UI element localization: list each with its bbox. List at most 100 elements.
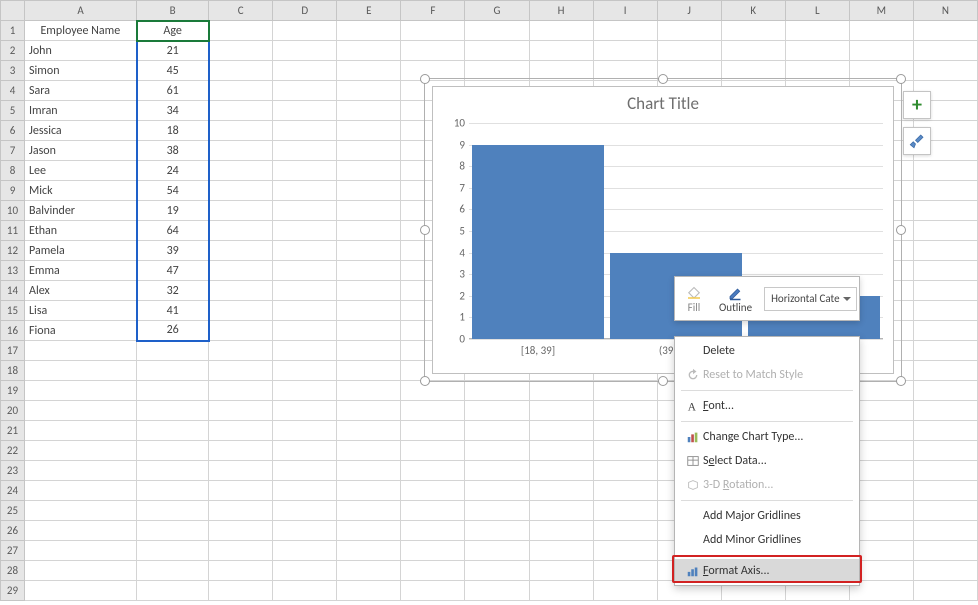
cell[interactable] [593, 381, 657, 401]
cell[interactable] [25, 521, 137, 541]
cell[interactable] [913, 501, 977, 521]
cell[interactable] [25, 381, 137, 401]
cell[interactable] [25, 461, 137, 481]
cell[interactable] [137, 581, 209, 601]
cell[interactable] [209, 541, 273, 561]
cell[interactable] [25, 421, 137, 441]
cell[interactable] [337, 301, 401, 321]
cell[interactable] [465, 61, 529, 81]
row-header-21[interactable]: 21 [1, 421, 25, 441]
cell[interactable]: Jason [25, 141, 137, 161]
cell[interactable] [273, 241, 337, 261]
cell[interactable] [465, 41, 529, 61]
cell[interactable] [529, 61, 593, 81]
cell[interactable] [273, 101, 337, 121]
cell[interactable] [273, 61, 337, 81]
cell[interactable]: 34 [137, 101, 209, 121]
cell[interactable]: Fiona [25, 321, 137, 341]
cell[interactable] [273, 481, 337, 501]
row-header-6[interactable]: 6 [1, 121, 25, 141]
cell[interactable] [913, 301, 977, 321]
cell[interactable] [137, 401, 209, 421]
cell[interactable] [529, 21, 593, 41]
cell[interactable] [337, 321, 401, 341]
cell[interactable] [465, 481, 529, 501]
cell[interactable] [273, 181, 337, 201]
cell[interactable]: 41 [137, 301, 209, 321]
row-header-23[interactable]: 23 [1, 461, 25, 481]
cell[interactable] [913, 541, 977, 561]
cell[interactable] [337, 41, 401, 61]
cell[interactable] [337, 121, 401, 141]
cell[interactable] [209, 181, 273, 201]
chart-element-dropdown[interactable]: Horizontal Cate [764, 287, 857, 311]
cell[interactable] [721, 61, 785, 81]
cell[interactable] [273, 161, 337, 181]
cell[interactable] [137, 361, 209, 381]
cell[interactable] [401, 401, 465, 421]
cell[interactable] [529, 481, 593, 501]
cell[interactable] [913, 21, 977, 41]
cell[interactable] [593, 441, 657, 461]
menu-item-font[interactable]: AFont... [675, 394, 859, 418]
cell[interactable] [209, 401, 273, 421]
cell[interactable] [273, 341, 337, 361]
cell[interactable]: Lee [25, 161, 137, 181]
row-header-12[interactable]: 12 [1, 241, 25, 261]
cell[interactable] [529, 441, 593, 461]
cell[interactable] [137, 461, 209, 481]
cell[interactable]: Mick [25, 181, 137, 201]
col-header-F[interactable]: F [401, 1, 465, 21]
cell[interactable] [273, 521, 337, 541]
cell[interactable]: Ethan [25, 221, 137, 241]
cell[interactable]: 26 [137, 321, 209, 341]
col-header-G[interactable]: G [465, 1, 529, 21]
col-header-H[interactable]: H [529, 1, 593, 21]
col-header-D[interactable]: D [273, 1, 337, 21]
menu-item-select-data[interactable]: Select Data... [675, 449, 859, 473]
cell[interactable] [273, 221, 337, 241]
cell[interactable]: 32 [137, 281, 209, 301]
row-header-20[interactable]: 20 [1, 401, 25, 421]
chart-title[interactable]: Chart Title [433, 93, 893, 114]
col-header-L[interactable]: L [785, 1, 849, 21]
row-header-26[interactable]: 26 [1, 521, 25, 541]
cell[interactable] [209, 261, 273, 281]
col-header-A[interactable]: A [25, 1, 137, 21]
cell[interactable] [273, 361, 337, 381]
cell[interactable] [273, 561, 337, 581]
cell[interactable] [465, 581, 529, 601]
cell[interactable] [337, 421, 401, 441]
cell[interactable] [913, 521, 977, 541]
cell[interactable]: 19 [137, 201, 209, 221]
row-header-11[interactable]: 11 [1, 221, 25, 241]
cell[interactable] [273, 21, 337, 41]
cell[interactable] [137, 441, 209, 461]
cell[interactable] [273, 401, 337, 421]
cell[interactable] [337, 561, 401, 581]
cell[interactable] [337, 61, 401, 81]
cell[interactable] [401, 21, 465, 41]
cell[interactable] [657, 21, 721, 41]
cell[interactable] [721, 41, 785, 61]
cell[interactable] [25, 481, 137, 501]
cell[interactable] [25, 581, 137, 601]
menu-item-add-minor-gridlines[interactable]: Add Minor Gridlines [675, 528, 859, 552]
cell[interactable] [273, 261, 337, 281]
cell[interactable] [209, 241, 273, 261]
cell[interactable] [401, 501, 465, 521]
cell[interactable] [337, 261, 401, 281]
cell[interactable] [913, 61, 977, 81]
cell[interactable] [913, 401, 977, 421]
cell[interactable] [657, 61, 721, 81]
cell[interactable] [849, 61, 913, 81]
cell[interactable] [273, 541, 337, 561]
row-header-18[interactable]: 18 [1, 361, 25, 381]
cell[interactable] [913, 221, 977, 241]
cell[interactable] [401, 561, 465, 581]
cell[interactable]: Simon [25, 61, 137, 81]
cell[interactable] [209, 381, 273, 401]
cell[interactable] [913, 481, 977, 501]
cell[interactable] [337, 141, 401, 161]
cell[interactable] [913, 321, 977, 341]
